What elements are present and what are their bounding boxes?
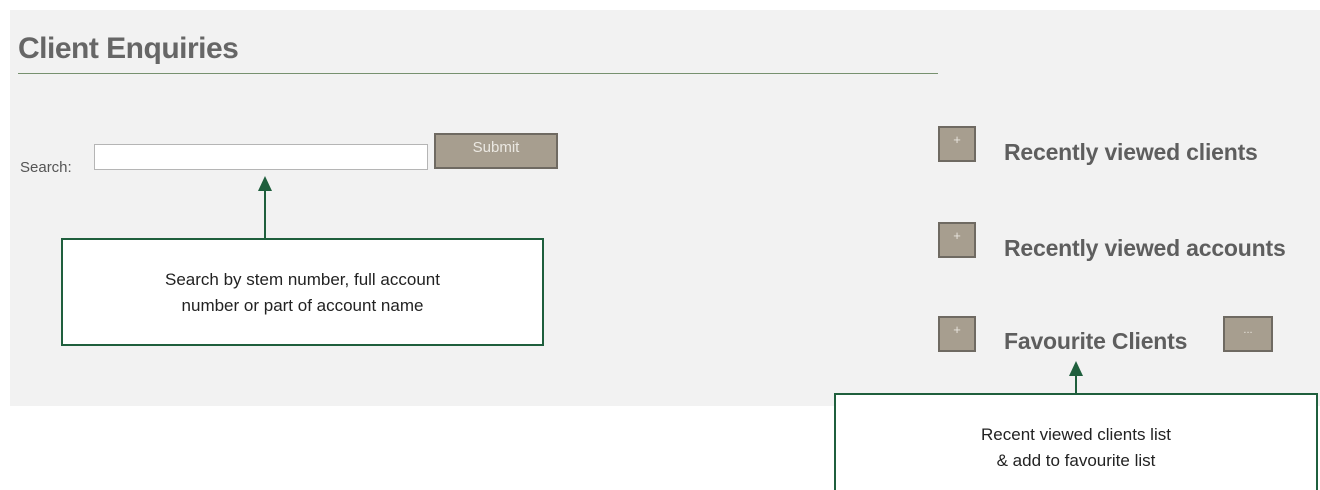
arrow-head-icon bbox=[258, 176, 272, 191]
favourite-clients-more-button[interactable]: ... bbox=[1223, 316, 1273, 352]
title-divider bbox=[18, 73, 938, 74]
favourite-clients-label[interactable]: Favourite Clients bbox=[1004, 328, 1187, 355]
expand-recent-clients-button[interactable]: + bbox=[938, 126, 976, 162]
search-callout-arrow bbox=[258, 176, 272, 239]
arrow-head-icon bbox=[1069, 361, 1083, 376]
screen: Client Enquiries Search: Submit + Recent… bbox=[0, 0, 1320, 490]
search-callout: Search by stem number, full account numb… bbox=[61, 238, 544, 346]
favourites-callout-arrow bbox=[1069, 361, 1083, 394]
favourites-callout-line-2: & add to favourite list bbox=[996, 451, 1156, 470]
recent-clients-label[interactable]: Recently viewed clients bbox=[1004, 139, 1258, 166]
page-title: Client Enquiries bbox=[18, 32, 239, 65]
search-input[interactable] bbox=[94, 144, 428, 170]
favourites-callout-line-1: Recent viewed clients list bbox=[981, 425, 1171, 444]
favourites-callout: Recent viewed clients list & add to favo… bbox=[834, 393, 1318, 490]
client-enquiries-panel: Client Enquiries Search: Submit + Recent… bbox=[10, 10, 1320, 406]
expand-recent-accounts-button[interactable]: + bbox=[938, 222, 976, 258]
recent-accounts-label[interactable]: Recently viewed accounts bbox=[1004, 235, 1286, 262]
search-callout-line-2: number or part of account name bbox=[181, 296, 424, 315]
search-label: Search: bbox=[20, 159, 72, 176]
expand-favourite-clients-button[interactable]: + bbox=[938, 316, 976, 352]
search-callout-line-1: Search by stem number, full account bbox=[165, 270, 440, 289]
submit-button[interactable]: Submit bbox=[434, 133, 558, 169]
